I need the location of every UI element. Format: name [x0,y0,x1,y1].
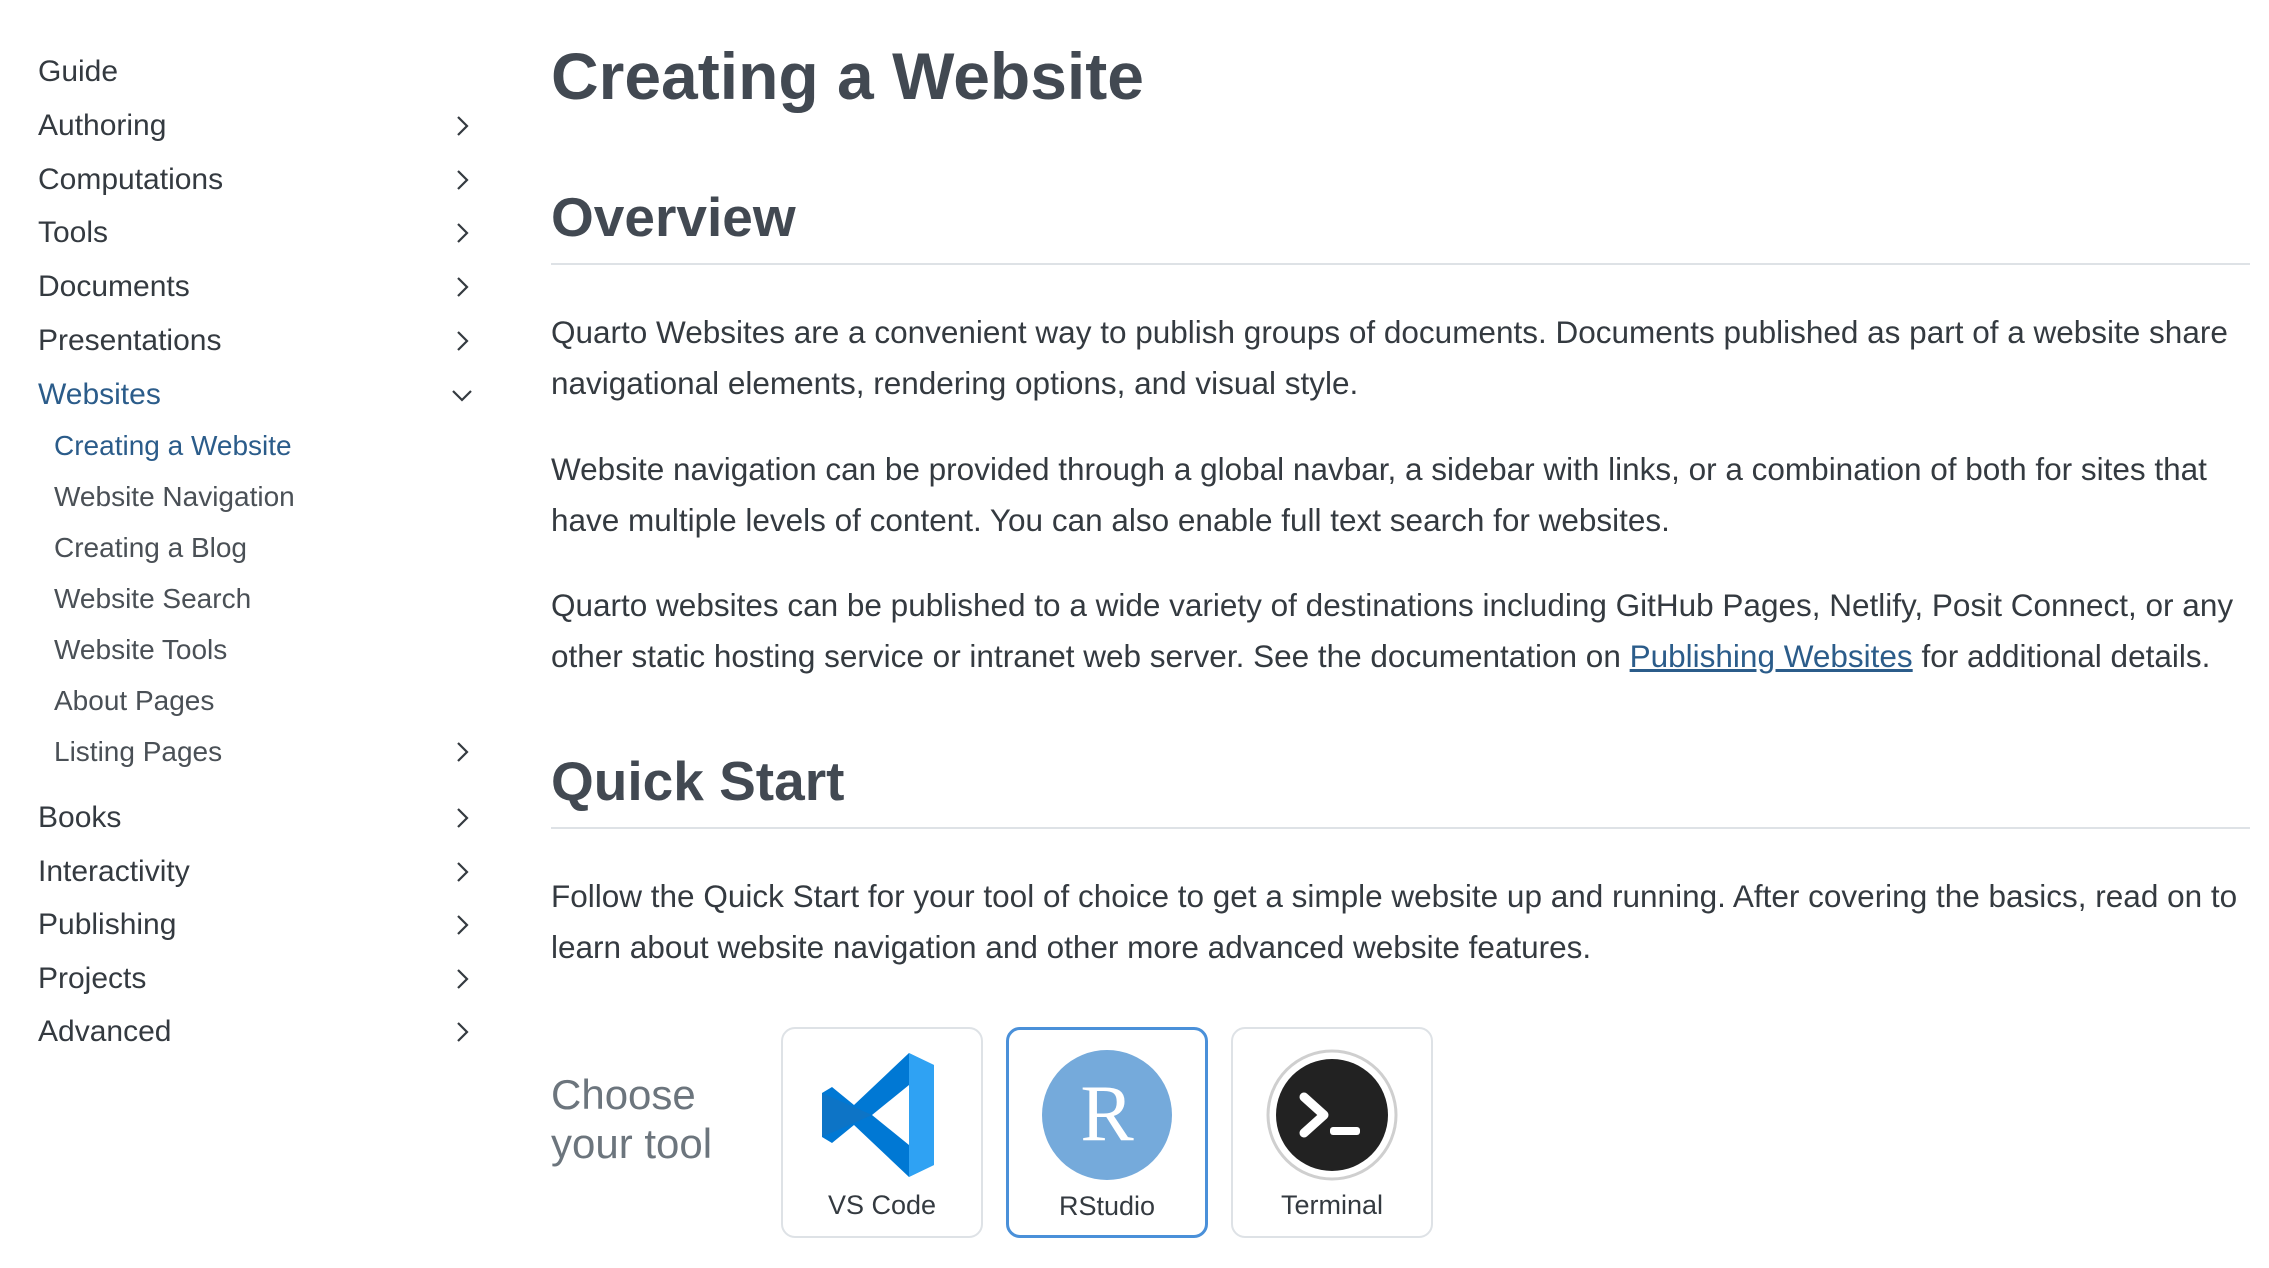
sidebar-item-label: Tools [38,216,109,249]
overview-paragraph-1: Quarto Websites are a convenient way to … [551,314,2228,401]
overview-paragraph-3: Quarto websites can be published to a wi… [551,580,2261,682]
tool-card-vscode[interactable]: VS Code [781,1027,983,1238]
sidebar-item-guide[interactable]: Guide [38,47,474,97]
tool-label: VS Code [827,1190,937,1220]
chevron-right-icon[interactable] [450,168,474,192]
sidebar-subitem-website-tools[interactable]: Website Tools [54,627,474,673]
quick-start-heading: Quick Start [551,749,2250,829]
sidebar-subitem-listing-pages[interactable]: Listing Pages [54,729,474,775]
sidebar-item-label: Documents [38,270,190,303]
sidebar-item-label: Books [38,801,122,834]
chevron-right-icon[interactable] [450,860,474,884]
sidebar-item-presentations[interactable]: Presentations [38,316,474,366]
sidebar: Guide Authoring Computations Tools Docum… [0,0,500,1268]
tool-card-rstudio[interactable]: R RStudio [1006,1027,1208,1238]
overview-paragraph-2: Website navigation can be provided throu… [551,451,2207,538]
sidebar-item-advanced[interactable]: Advanced [38,1007,474,1057]
chevron-right-icon[interactable] [450,1020,474,1044]
vscode-icon [814,1047,950,1183]
sidebar-subitem-creating-a-blog[interactable]: Creating a Blog [54,525,474,571]
chevron-right-icon[interactable] [450,740,474,764]
rstudio-icon: R [1039,1047,1175,1183]
sidebar-item-label: Authoring [38,109,167,142]
sidebar-subitem-creating-a-website[interactable]: Creating a Website [54,423,474,469]
paragraph-text: for additional details. [1912,638,2211,674]
chevron-right-icon[interactable] [450,806,474,830]
sidebar-item-interactivity[interactable]: Interactivity [38,847,474,897]
sidebar-item-label: Guide [38,55,119,88]
chevron-right-icon[interactable] [450,114,474,138]
sidebar-item-computations[interactable]: Computations [38,155,474,205]
sidebar-item-label: Publishing [38,908,177,941]
page-title: Creating a Website [551,39,1144,113]
chevron-right-icon[interactable] [450,329,474,353]
sidebar-item-label: Advanced [38,1015,172,1048]
rstudio-icon-letter: R [1080,1070,1134,1158]
sidebar-item-publishing[interactable]: Publishing [38,900,474,950]
sidebar-item-websites[interactable]: Websites [38,370,474,420]
terminal-icon [1264,1047,1400,1183]
chevron-right-icon[interactable] [450,967,474,991]
overview-heading: Overview [551,185,2250,265]
chevron-right-icon[interactable] [450,913,474,937]
choose-tool-prompt: Choose your tool [551,1071,713,1167]
chevron-right-icon[interactable] [450,275,474,299]
chevron-right-icon[interactable] [450,221,474,245]
sidebar-item-label: Computations [38,163,224,196]
sidebar-item-label: Presentations [38,324,222,357]
publishing-websites-link[interactable]: Publishing Websites [1630,638,1913,674]
sidebar-subitem-website-navigation[interactable]: Website Navigation [54,474,474,520]
sidebar-item-label: Websites [38,378,161,411]
chevron-down-icon[interactable] [450,383,474,407]
tool-label: RStudio [1058,1191,1156,1221]
tool-card-terminal[interactable]: Terminal [1231,1027,1433,1238]
quick-start-paragraph: Follow the Quick Start for your tool of … [551,878,2238,965]
sidebar-subitem-about-pages[interactable]: About Pages [54,678,474,724]
sidebar-item-documents[interactable]: Documents [38,262,474,312]
sidebar-item-books[interactable]: Books [38,793,474,843]
tool-label: Terminal [1280,1190,1384,1220]
sidebar-item-label: Interactivity [38,855,190,888]
sidebar-item-label: Projects [38,962,147,995]
sidebar-item-authoring[interactable]: Authoring [38,101,474,151]
sidebar-subitem-website-search[interactable]: Website Search [54,576,474,622]
sidebar-item-projects[interactable]: Projects [38,954,474,1004]
sidebar-item-label: Listing Pages [54,736,223,767]
sidebar-item-tools[interactable]: Tools [38,208,474,258]
